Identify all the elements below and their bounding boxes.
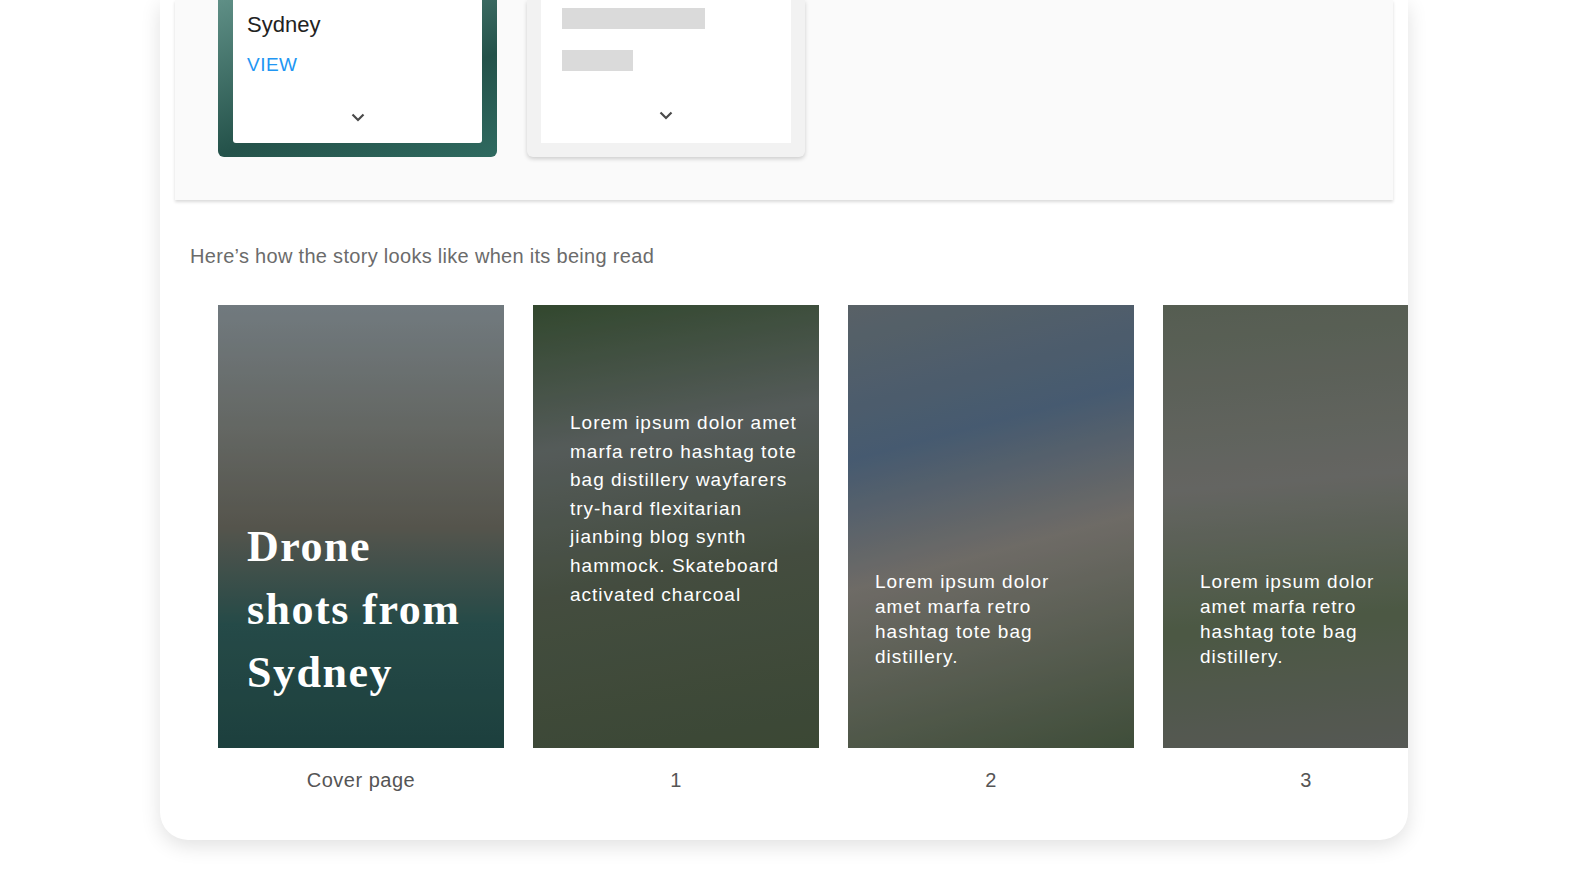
page-preview[interactable]: Drone shots from Sydney xyxy=(218,305,504,748)
story-panel: Sydney VIEW Here’s how the story looks li… xyxy=(160,0,1408,840)
page-text: Lorem ipsum dolor amet marfa retro hasht… xyxy=(875,569,1093,669)
page-shade xyxy=(848,305,1134,748)
story-page[interactable]: Lorem ipsum dolor amet marfa retro hasht… xyxy=(533,305,819,792)
page-label: 3 xyxy=(1300,768,1312,792)
page-preview[interactable]: Lorem ipsum dolor amet marfa retro hasht… xyxy=(533,305,819,748)
page-label: 2 xyxy=(985,768,997,792)
story-card-body: Sydney VIEW xyxy=(233,0,482,143)
preview-caption: Here’s how the story looks like when its… xyxy=(190,244,1408,268)
chevron-down-icon[interactable] xyxy=(654,103,678,127)
page-preview[interactable]: Lorem ipsum dolor amet marfa retro hasht… xyxy=(1163,305,1408,748)
story-card[interactable]: Sydney VIEW xyxy=(218,0,497,157)
cover-title: Drone shots from Sydney xyxy=(247,515,484,704)
page-strip: Drone shots from Sydney Cover page Lorem i… xyxy=(218,305,1408,792)
story-card-body xyxy=(541,0,791,143)
story-card[interactable] xyxy=(527,0,805,157)
story-title: Sydney xyxy=(247,12,482,38)
story-page[interactable]: Lorem ipsum dolor amet marfa retro hasht… xyxy=(1163,305,1408,792)
skeleton-bar xyxy=(562,8,705,29)
page-label: Cover page xyxy=(307,768,415,792)
page-label: 1 xyxy=(670,768,682,792)
page-shade xyxy=(1163,305,1408,748)
story-page[interactable]: Lorem ipsum dolor amet marfa retro hasht… xyxy=(848,305,1134,792)
view-link[interactable]: VIEW xyxy=(247,53,482,77)
skeleton-bar xyxy=(562,50,633,71)
page-text: Lorem ipsum dolor amet marfa retro hasht… xyxy=(570,409,802,609)
story-page[interactable]: Drone shots from Sydney Cover page xyxy=(218,305,504,792)
chevron-down-icon[interactable] xyxy=(346,105,370,129)
page-text: Lorem ipsum dolor amet marfa retro hasht… xyxy=(1200,569,1408,669)
expand-button[interactable] xyxy=(233,105,482,129)
expand-button[interactable] xyxy=(541,103,791,127)
page-preview[interactable]: Lorem ipsum dolor amet marfa retro hasht… xyxy=(848,305,1134,748)
story-list: Sydney VIEW xyxy=(175,0,1393,200)
